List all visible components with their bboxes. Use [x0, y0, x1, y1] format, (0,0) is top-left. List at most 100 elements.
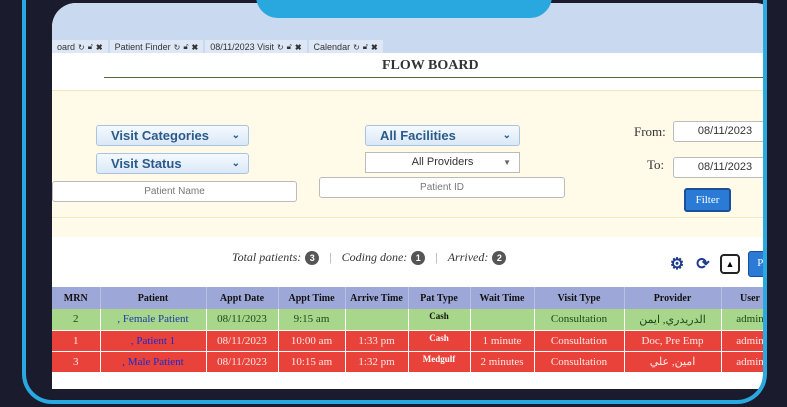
visit-categories-select[interactable]: Visit Categories ⌄ — [96, 125, 249, 146]
close-icon[interactable]: ✖ — [295, 43, 302, 52]
to-date-input[interactable]: 08/11/2023 — [673, 157, 763, 178]
column-header[interactable]: Patient — [100, 287, 207, 309]
print-button[interactable]: Print — [748, 251, 763, 277]
close-icon[interactable]: ✖ — [96, 43, 103, 52]
appt-time-cell: 9:15 am — [278, 309, 346, 331]
title-divider — [104, 77, 763, 78]
patient-link[interactable]: , Patient 1 — [100, 330, 207, 352]
mrn-cell: 1 — [52, 330, 101, 352]
collapse-up-icon[interactable]: ▲ — [720, 254, 740, 274]
device-frame: oard ↻ 🔓︎ ✖ Patient Finder ↻ 🔓︎ ✖ 08/11/… — [22, 0, 767, 404]
gear-icon[interactable]: ⚙ — [668, 255, 686, 273]
arrive-time-cell — [345, 309, 409, 331]
select-value: All Providers — [411, 156, 474, 168]
summary-bar: Total patients: 3 | Coding done: 1 | Arr… — [232, 250, 507, 265]
tab-label: Patient Finder — [114, 42, 171, 52]
user-cell: admin — [721, 351, 763, 373]
total-label: Total patients: — [232, 250, 302, 264]
filter-footer — [52, 219, 763, 237]
appt-date-cell: 08/11/2023 — [206, 309, 279, 331]
column-header[interactable]: User — [721, 287, 763, 309]
caret-down-icon: ▼ — [503, 158, 511, 167]
arrived-count-badge: 2 — [492, 250, 507, 265]
patient-link[interactable]: , Female Patient — [100, 309, 207, 331]
tab-label: Calendar — [313, 42, 351, 52]
tab-visit[interactable]: 08/11/2023 Visit ↻ 🔓︎ ✖ — [205, 40, 307, 54]
column-header[interactable]: Visit Type — [534, 287, 625, 309]
tab-calendar[interactable]: Calendar ↻ 🔓︎ ✖ — [308, 40, 383, 54]
to-label: To: — [647, 157, 665, 172]
coding-label: Coding done: — [341, 250, 408, 264]
refresh-icon[interactable]: ↻ — [78, 43, 85, 52]
provider-cell: امين, علي — [624, 351, 722, 373]
patient-id-input[interactable]: Patient ID — [319, 177, 565, 198]
column-header[interactable]: Appt Time — [278, 287, 346, 309]
appt-date-cell: 08/11/2023 — [206, 330, 279, 352]
coding-count-badge: 1 — [411, 250, 426, 265]
column-header[interactable]: Provider — [624, 287, 722, 309]
column-header[interactable]: Arrive Time — [345, 287, 409, 309]
toolbar: ⚙ ⟳ ▲ Print — [668, 251, 763, 277]
patient-link[interactable]: , Male Patient — [100, 351, 207, 373]
select-value: Visit Status — [111, 156, 182, 171]
wait-time-cell: 2 minutes — [470, 351, 535, 373]
unlock-icon[interactable]: 🔓︎ — [88, 42, 93, 52]
user-cell: admin — [721, 309, 763, 331]
select-value: All Facilities — [380, 128, 456, 143]
refresh-icon[interactable]: ↻ — [277, 43, 284, 52]
refresh-icon[interactable]: ↻ — [174, 43, 181, 52]
appt-date-cell: 08/11/2023 — [206, 351, 279, 373]
unlock-icon[interactable]: 🔓︎ — [363, 42, 368, 52]
separator: | — [435, 250, 438, 264]
visit-type-cell: Consultation — [534, 330, 625, 352]
column-header[interactable]: Wait Time — [470, 287, 535, 309]
top-pill-banner — [256, 0, 552, 18]
wait-time-cell — [470, 309, 535, 331]
column-header[interactable]: MRN — [52, 287, 101, 309]
appt-time-cell: 10:15 am — [278, 351, 346, 373]
table-header-row: MRN Patient Appt Date Appt Time Arrive T… — [52, 287, 763, 309]
arrive-time-cell: 1:33 pm — [345, 330, 409, 352]
chevron-down-icon: ⌄ — [231, 130, 240, 141]
separator: | — [329, 250, 332, 264]
table-row[interactable]: 3 , Male Patient 08/11/2023 10:15 am 1:3… — [52, 351, 763, 373]
title-bar: FLOW BOARD — [52, 53, 763, 88]
from-date-input[interactable]: 08/11/2023 — [673, 121, 763, 142]
tab-flow-board[interactable]: oard ↻ 🔓︎ ✖ — [52, 40, 108, 54]
visit-status-select[interactable]: Visit Status ⌄ — [96, 153, 249, 174]
patient-name-input[interactable]: Patient Name — [52, 181, 297, 202]
page-title: FLOW BOARD — [382, 58, 479, 73]
chevron-down-icon: ⌄ — [231, 158, 240, 169]
close-icon[interactable]: ✖ — [192, 43, 199, 52]
pat-type-cell: Cash — [408, 330, 471, 352]
select-value: Visit Categories — [111, 128, 210, 143]
arrive-time-cell: 1:32 pm — [345, 351, 409, 373]
providers-select[interactable]: All Providers ▼ — [365, 152, 520, 173]
provider-cell: الدريدري, ايمن — [624, 309, 722, 331]
provider-cell: Doc, Pre Emp — [624, 330, 722, 352]
column-header[interactable]: Appt Date — [206, 287, 279, 309]
facilities-select[interactable]: All Facilities ⌄ — [365, 125, 520, 146]
user-cell: admin — [721, 330, 763, 352]
appt-time-cell: 10:00 am — [278, 330, 346, 352]
filter-button[interactable]: Filter — [684, 188, 731, 212]
visit-type-cell: Consultation — [534, 351, 625, 373]
tab-patient-finder[interactable]: Patient Finder ↻ 🔓︎ ✖ — [109, 40, 204, 54]
refresh-icon[interactable]: ⟳ — [694, 255, 712, 273]
pat-type-cell: Cash — [408, 309, 471, 331]
mrn-cell: 2 — [52, 309, 101, 331]
mrn-cell: 3 — [52, 351, 101, 373]
tab-label: oard — [57, 42, 76, 52]
refresh-icon[interactable]: ↻ — [353, 43, 360, 52]
column-header[interactable]: Pat Type — [408, 287, 471, 309]
app-screen: oard ↻ 🔓︎ ✖ Patient Finder ↻ 🔓︎ ✖ 08/11/… — [52, 3, 763, 389]
unlock-icon[interactable]: 🔓︎ — [287, 42, 292, 52]
unlock-icon[interactable]: 🔓︎ — [183, 42, 188, 52]
tab-label: 08/11/2023 Visit — [210, 42, 274, 52]
table-row[interactable]: 2 , Female Patient 08/11/2023 9:15 am Ca… — [52, 309, 763, 331]
chevron-down-icon: ⌄ — [502, 130, 511, 141]
arrived-label: Arrived: — [447, 250, 489, 264]
visit-type-cell: Consultation — [534, 309, 625, 331]
close-icon[interactable]: ✖ — [371, 43, 378, 52]
table-row[interactable]: 1 , Patient 1 08/11/2023 10:00 am 1:33 p… — [52, 330, 763, 352]
